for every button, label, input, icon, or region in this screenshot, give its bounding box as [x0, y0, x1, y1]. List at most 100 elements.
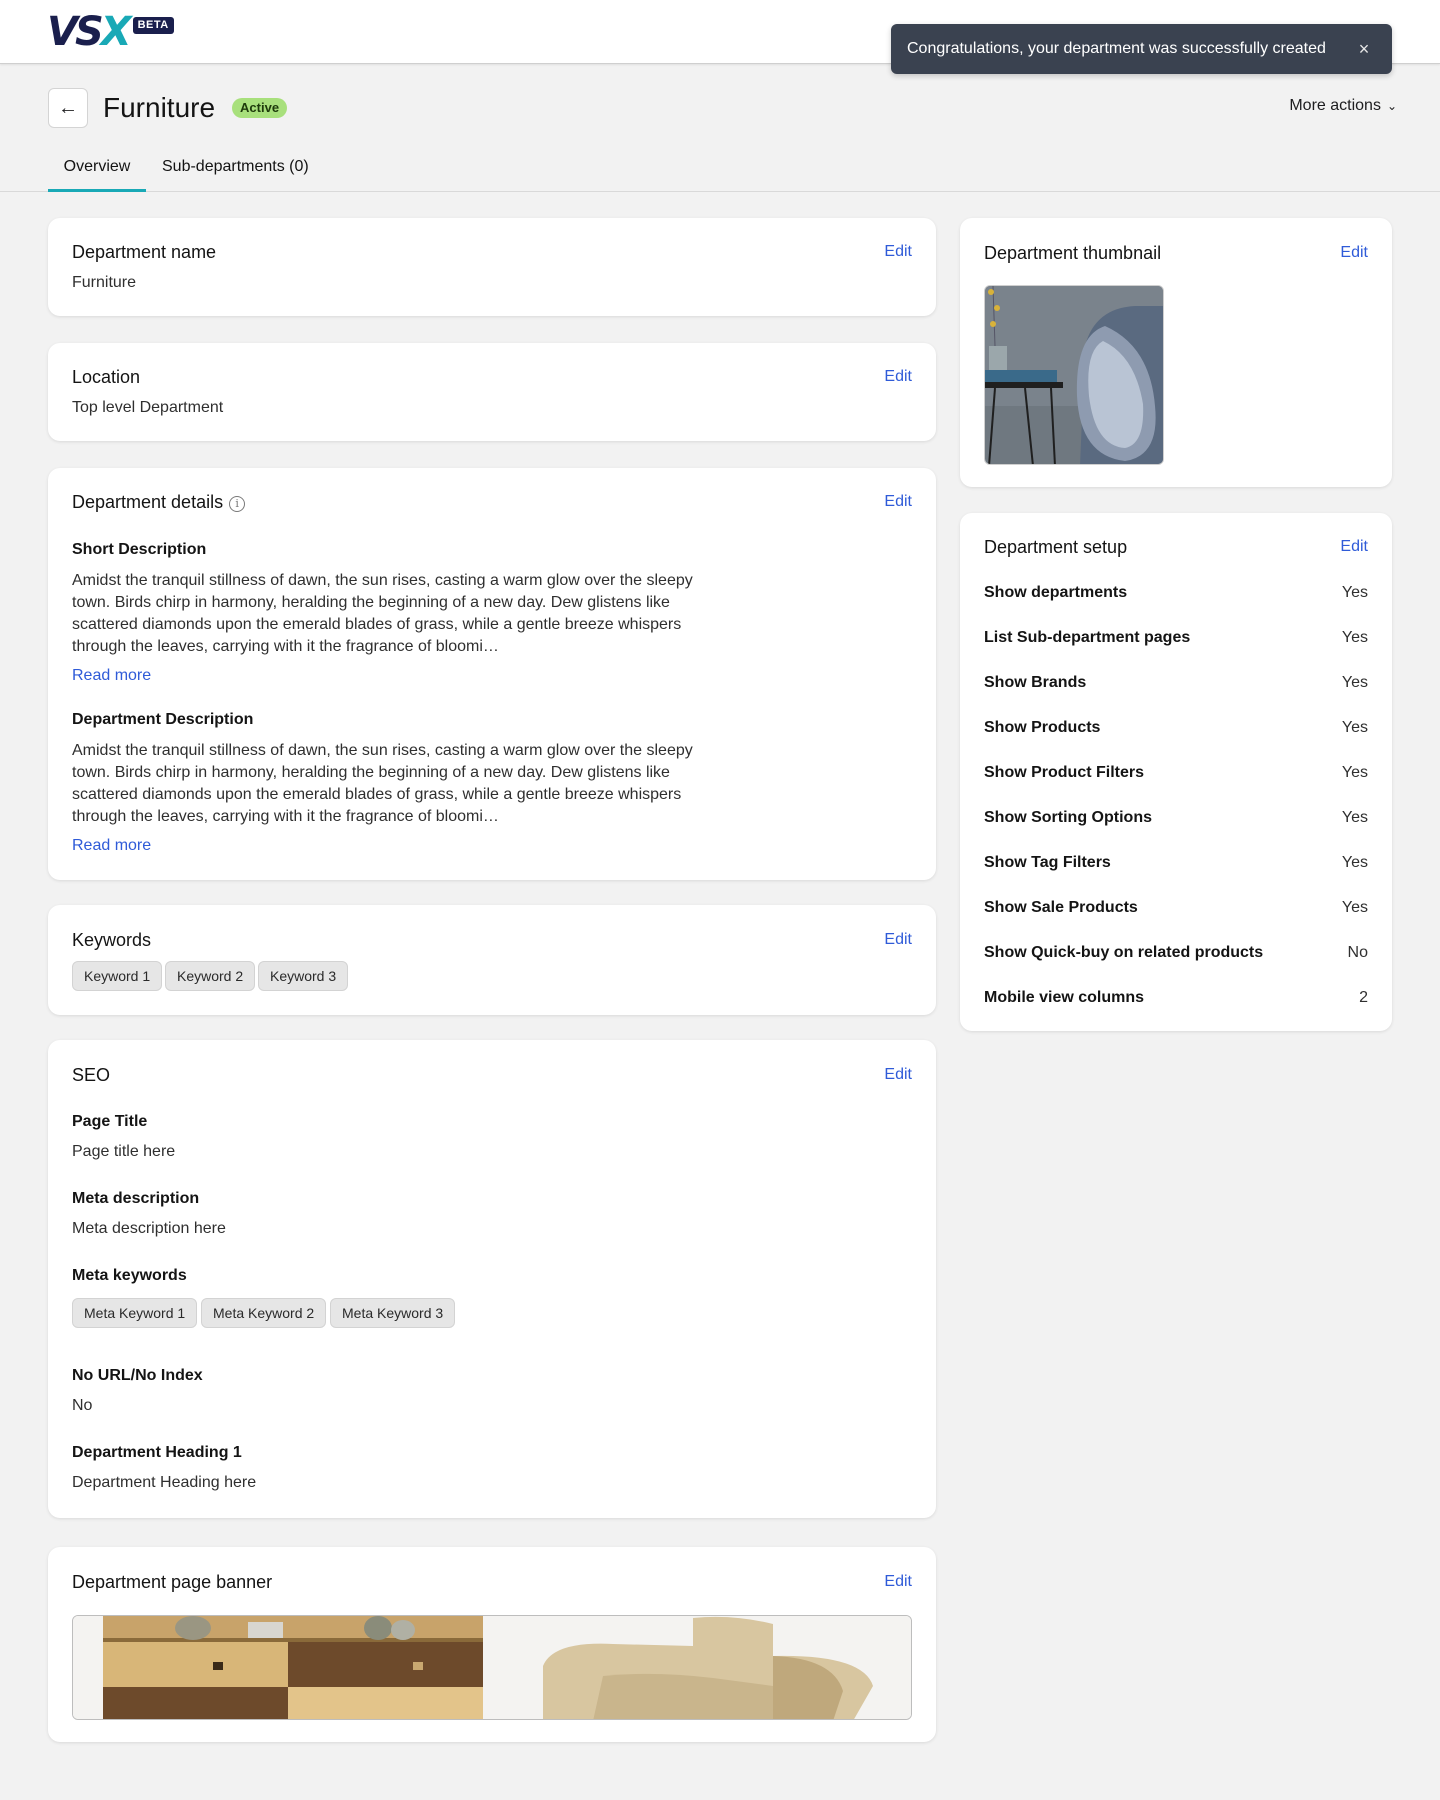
vsx-logo[interactable]: VSX BETA [47, 9, 174, 55]
card-title: SEO [72, 1065, 111, 1085]
no-url-value: No [72, 1397, 93, 1414]
edit-banner-link[interactable]: Edit [884, 1573, 912, 1591]
edit-keywords-link[interactable]: Edit [884, 931, 912, 949]
setup-label: Show Brands [984, 674, 1087, 691]
edit-location-link[interactable]: Edit [884, 368, 912, 386]
banner-illustration [73, 1616, 911, 1719]
meta-description-label: Meta description [72, 1190, 200, 1207]
card-title: Department setup [984, 537, 1128, 557]
short-description-read-more[interactable]: Read more [72, 667, 151, 685]
keyword-chip: Keyword 3 [258, 961, 349, 991]
department-heading-label: Department Heading 1 [72, 1444, 242, 1461]
chevron-down-icon: ⌄ [1386, 99, 1397, 113]
setup-value: Yes [1341, 719, 1368, 736]
tab-overview[interactable]: Overview [48, 158, 146, 192]
page-title: Furniture [103, 92, 216, 123]
meta-keyword-chip: Meta Keyword 2 [201, 1298, 327, 1328]
card-title: Department name [72, 242, 217, 262]
no-url-label: No URL/No Index [72, 1367, 203, 1384]
success-toast: Congratulations, your department was suc… [891, 24, 1392, 74]
card-title: Location [72, 367, 141, 387]
logo-wordmark: VSX [47, 9, 132, 55]
details-title-text: Department details [72, 492, 224, 512]
back-button[interactable]: ← [48, 88, 88, 128]
page-header: ← Furniture Active [48, 88, 288, 128]
setup-value: Yes [1341, 674, 1368, 691]
seo-card: SEO Edit Page Title Page title here Meta… [48, 1040, 936, 1518]
more-actions-button[interactable]: More actions ⌄ [1289, 97, 1397, 115]
setup-row: Show Quick-buy on related products No [984, 944, 1368, 966]
department-description-read-more[interactable]: Read more [72, 837, 151, 855]
setup-value: Yes [1341, 629, 1368, 646]
setup-row: Show Sorting Options Yes [984, 809, 1368, 831]
meta-keyword-chip: Meta Keyword 1 [72, 1298, 198, 1328]
thumbnail-card: Department thumbnail Edit [960, 218, 1392, 487]
page-banner-card: Department page banner Edit [48, 1547, 936, 1742]
thumbnail-illustration [985, 286, 1163, 464]
beta-badge: BETA [132, 17, 174, 34]
setup-value: Yes [1341, 854, 1368, 871]
tab-sub-departments[interactable]: Sub-departments (0) [162, 158, 309, 192]
department-description-text: Amidst the tranquil stillness of dawn, t… [72, 742, 693, 825]
setup-value: Yes [1341, 809, 1368, 826]
setup-row: List Sub-department pages Yes [984, 629, 1368, 651]
edit-department-name-link[interactable]: Edit [884, 243, 912, 261]
meta-description-value: Meta description here [72, 1220, 226, 1237]
arrow-left-icon: ← [58, 96, 78, 119]
page-title-value: Page title here [72, 1143, 176, 1160]
tab-bar: Overview Sub-departments (0) [0, 150, 1440, 192]
toast-message: Congratulations, your department was suc… [907, 40, 1326, 57]
edit-setup-link[interactable]: Edit [1340, 538, 1368, 556]
short-description-label: Short Description [72, 541, 207, 558]
setup-value: 2 [1359, 989, 1368, 1006]
setup-label: Show Products [984, 719, 1101, 736]
setup-label: Show Tag Filters [984, 854, 1111, 871]
meta-keyword-chip: Meta Keyword 3 [330, 1298, 456, 1328]
card-title: Department details i [72, 492, 246, 513]
setup-row: Mobile view columns 2 [984, 989, 1368, 1011]
setup-row: Show Product Filters Yes [984, 764, 1368, 786]
location-value: Top level Department [72, 399, 224, 416]
department-heading-value: Department Heading here [72, 1474, 257, 1491]
card-title: Department page banner [72, 1572, 273, 1592]
setup-label: Show Sorting Options [984, 809, 1152, 826]
banner-image [72, 1615, 912, 1720]
status-badge: Active [232, 98, 288, 118]
card-title: Keywords [72, 930, 152, 950]
setup-value: Yes [1341, 584, 1368, 601]
setup-label: Show Quick-buy on related products [984, 944, 1264, 961]
setup-value: Yes [1341, 764, 1368, 781]
setup-row: Show departments Yes [984, 584, 1368, 606]
department-name-card: Department name Edit Furniture [48, 218, 936, 316]
department-setup-card: Department setup Edit Show departments Ye… [960, 513, 1392, 1031]
keyword-chip: Keyword 1 [72, 961, 163, 991]
department-description-label: Department Description [72, 711, 254, 728]
setup-label: Show Sale Products [984, 899, 1138, 916]
department-details-card: Department details i Edit Short Descripti… [48, 468, 936, 880]
short-description-text: Amidst the tranquil stillness of dawn, t… [72, 572, 693, 655]
setup-label: Show departments [984, 584, 1128, 601]
meta-keywords-label: Meta keywords [72, 1267, 187, 1284]
keyword-chip: Keyword 2 [165, 961, 256, 991]
thumbnail-image [984, 285, 1164, 465]
department-name-value: Furniture [72, 274, 137, 291]
edit-details-link[interactable]: Edit [884, 493, 912, 511]
setup-value: Yes [1341, 899, 1368, 916]
location-card: Location Edit Top level Department [48, 343, 936, 441]
edit-seo-link[interactable]: Edit [884, 1066, 912, 1084]
setup-label: Show Product Filters [984, 764, 1145, 781]
setup-label: Mobile view columns [984, 989, 1145, 1006]
more-actions-label: More actions [1289, 97, 1381, 114]
setup-label: List Sub-department pages [984, 629, 1191, 646]
setup-row: Show Brands Yes [984, 674, 1368, 696]
info-icon[interactable]: i [229, 496, 246, 512]
card-title: Department thumbnail [984, 243, 1162, 263]
close-icon[interactable]: × [1354, 39, 1374, 59]
page-title-label: Page Title [72, 1113, 148, 1130]
keywords-card: Keywords Edit Keyword 1 Keyword 2 Keywor… [48, 905, 936, 1015]
setup-row: Show Tag Filters Yes [984, 854, 1368, 876]
setup-row: Show Products Yes [984, 719, 1368, 741]
edit-thumbnail-link[interactable]: Edit [1340, 244, 1368, 262]
setup-row: Show Sale Products Yes [984, 899, 1368, 921]
setup-value: No [1347, 944, 1368, 961]
